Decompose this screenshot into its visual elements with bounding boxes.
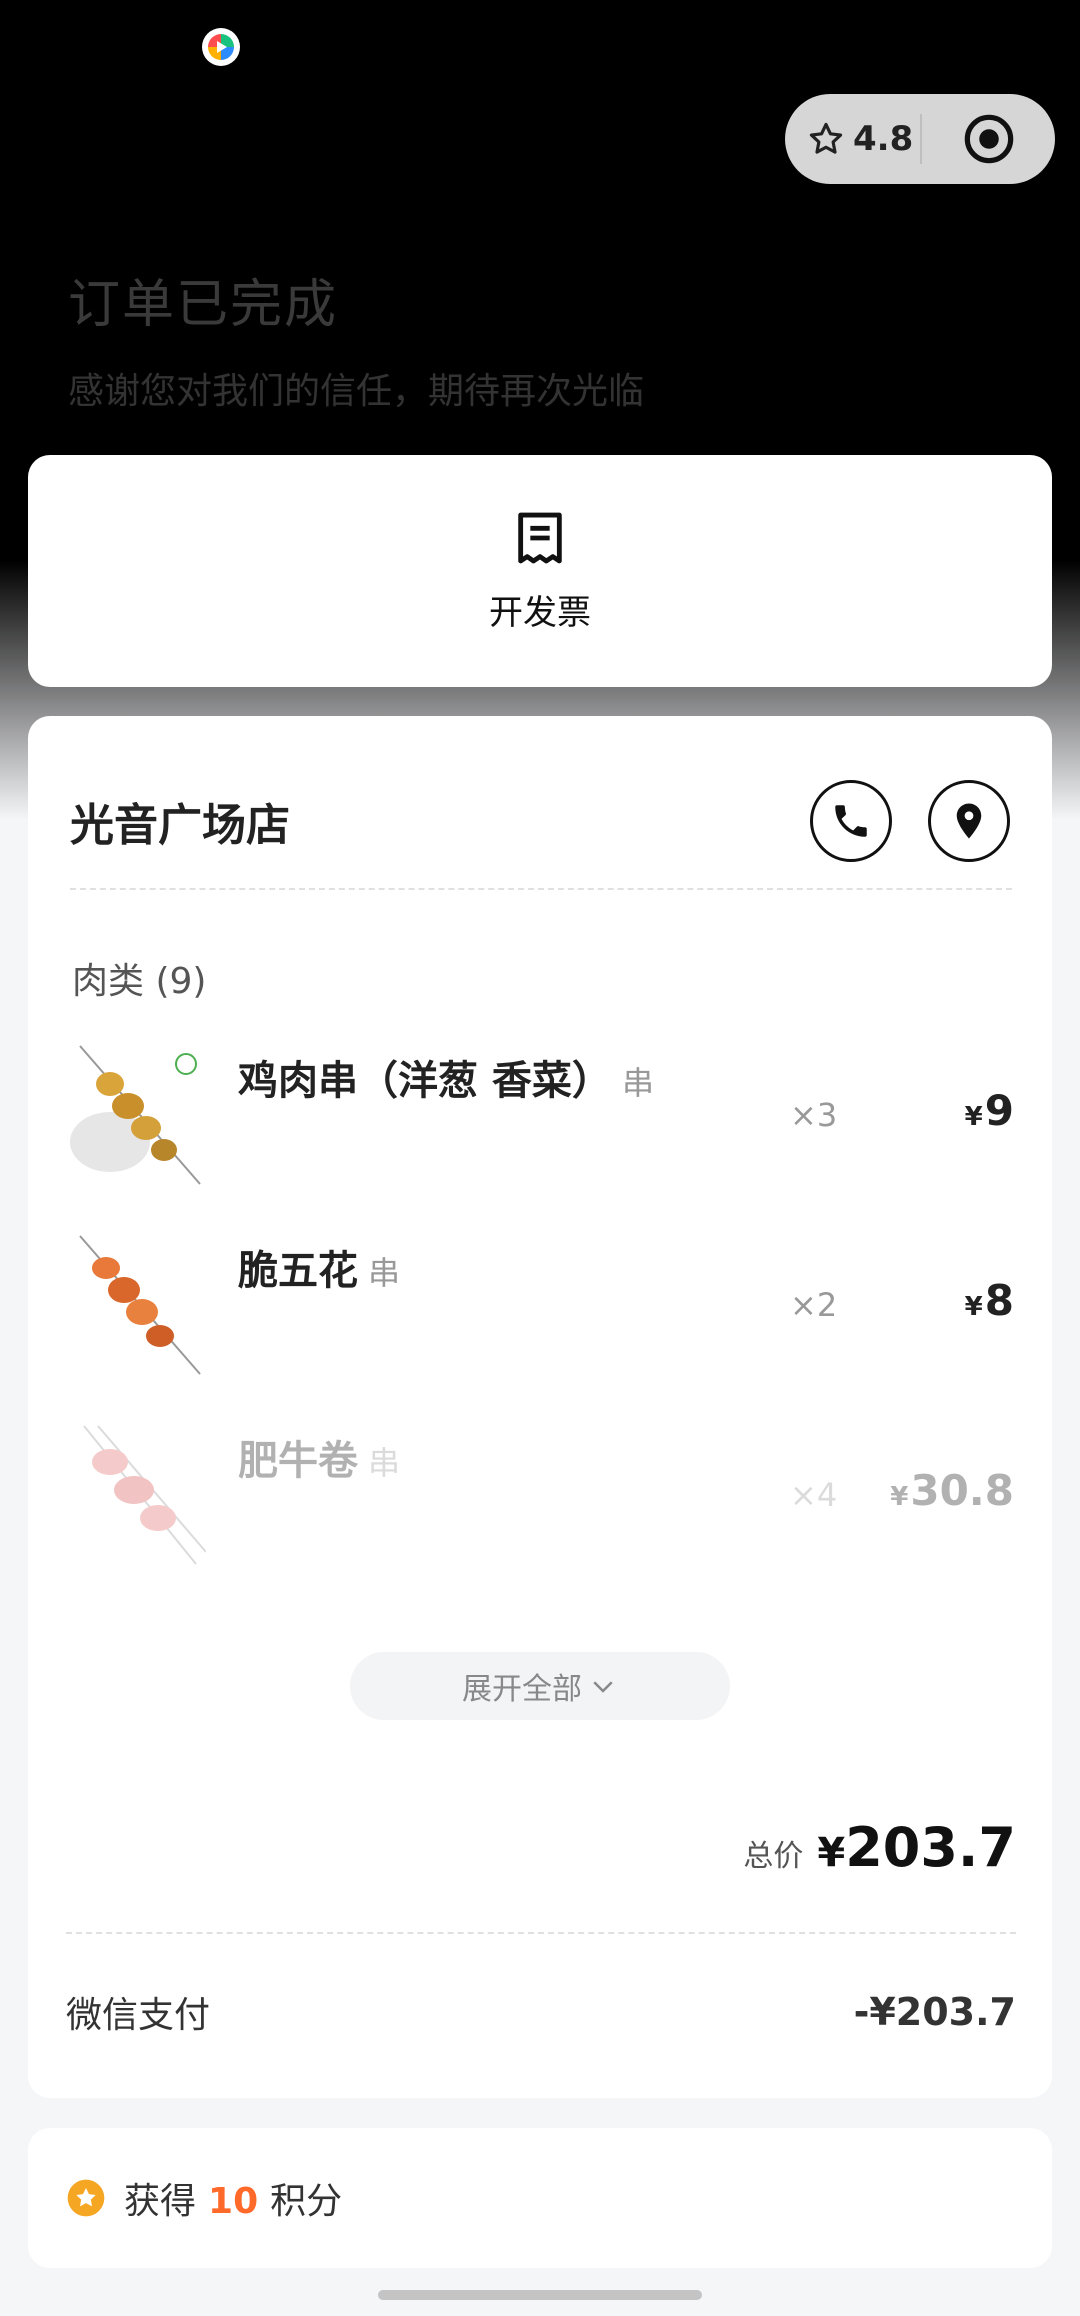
- divider: [70, 888, 1012, 890]
- item-name: 鸡肉串（洋葱 香菜）串: [238, 1058, 654, 1104]
- total-price: 总价 ¥203.7: [743, 1816, 1016, 1879]
- category-label: 肉类 (9): [72, 961, 207, 1002]
- receipt-icon: [518, 512, 562, 563]
- target-icon: [964, 114, 1013, 164]
- points-value: 10: [208, 2181, 259, 2222]
- points-suffix: 积分: [270, 2181, 343, 2222]
- payment-amount: -¥203.7: [853, 1990, 1016, 2034]
- rating-button[interactable]: 4.8: [785, 119, 920, 159]
- order-card: 光音广场店 肉类 (9) 鸡肉串（洋葱 香菜）串 ×3 ¥9 脆五花 串 ×2 …: [28, 716, 1052, 2098]
- payment-row: 微信支付 -¥203.7: [66, 1986, 1016, 2038]
- phone-icon: [835, 805, 867, 837]
- expand-all-label: 展开全部: [462, 1672, 582, 1707]
- rating-value: 4.8: [853, 119, 914, 159]
- points-card[interactable]: 获得 10 积分: [28, 2128, 1052, 2268]
- order-status-subtitle: 感谢您对我们的信任，期待再次光临: [68, 371, 645, 412]
- store-location-button[interactable]: [928, 780, 1010, 862]
- close-mini-program-button[interactable]: [922, 113, 1055, 165]
- payment-method: 微信支付: [66, 1995, 211, 2036]
- expand-all-button[interactable]: 展开全部: [350, 1652, 730, 1720]
- app-logo-icon: [202, 28, 240, 66]
- invoice-label: 开发票: [489, 592, 591, 633]
- beef-roll-skewer-image: [83, 1425, 206, 1565]
- item-name: 脆五花串: [238, 1248, 401, 1294]
- order-status-title: 订单已完成: [68, 275, 339, 335]
- item-price: ¥8: [964, 1276, 1014, 1325]
- invoice-button[interactable]: 开发票: [28, 455, 1052, 687]
- chicken-skewer-image: [70, 1045, 201, 1185]
- store-header: 光音广场店: [70, 776, 1010, 866]
- divider: [66, 1932, 1016, 1934]
- item-quantity: ×2: [790, 1286, 838, 1324]
- item-name: 肥牛卷串: [238, 1438, 401, 1484]
- item-quantity: ×4: [790, 1476, 838, 1514]
- location-pin-icon: [956, 803, 982, 839]
- points-prefix: 获得: [124, 2181, 197, 2222]
- pork-belly-skewer-image: [79, 1235, 201, 1375]
- item-price: ¥30.8: [890, 1466, 1014, 1515]
- call-store-button[interactable]: [810, 780, 892, 862]
- mini-program-capsule: 4.8: [785, 94, 1055, 184]
- star-icon: [809, 122, 843, 154]
- store-name: 光音广场店: [70, 800, 290, 851]
- home-indicator: [378, 2290, 702, 2300]
- item-quantity: ×3: [790, 1096, 838, 1134]
- total-value: ¥203.7: [817, 1816, 1016, 1879]
- points-badge-icon: [67, 2179, 105, 2217]
- item-price: ¥9: [964, 1086, 1014, 1135]
- list-item: 脆五花串 ×2 ¥8: [70, 1232, 1014, 1382]
- total-label: 总价: [743, 1839, 804, 1874]
- chevron-down-icon: [593, 1681, 613, 1693]
- list-item: 鸡肉串（洋葱 香菜）串 ×3 ¥9: [70, 1042, 1014, 1192]
- list-item: 肥牛卷串 ×4 ¥30.8: [70, 1422, 1014, 1572]
